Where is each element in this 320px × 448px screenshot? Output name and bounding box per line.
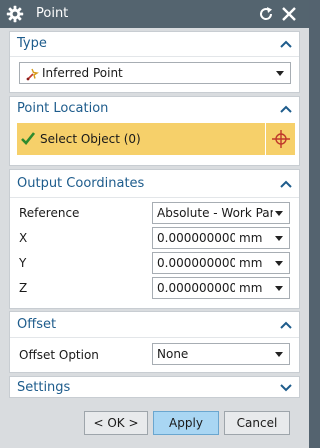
y-label: Y — [19, 256, 27, 270]
type-section-title: Type — [17, 36, 47, 51]
y-value[interactable]: 0.0000000000( — [157, 256, 235, 270]
y-coordinate-field[interactable]: 0.0000000000( mm — [152, 252, 290, 274]
output-coordinates-title: Output Coordinates — [17, 176, 145, 191]
point-location-section: Point Location Select Object (0) — [9, 96, 300, 166]
chevron-up-icon[interactable] — [280, 179, 292, 189]
settings-title: Settings — [17, 380, 71, 395]
reference-dropdown[interactable]: Absolute - Work Part — [152, 202, 290, 224]
point-type-dropdown[interactable]: Inferred Point — [19, 62, 291, 84]
z-unit: mm — [239, 281, 263, 295]
offset-section: Offset Offset Option None — [9, 311, 300, 373]
offset-title: Offset — [17, 317, 57, 332]
dropdown-arrow-icon[interactable] — [275, 286, 283, 291]
check-icon — [21, 132, 35, 145]
cancel-button[interactable]: Cancel — [224, 411, 290, 435]
apply-button[interactable]: Apply — [153, 411, 219, 435]
dropdown-arrow-icon[interactable] — [275, 236, 283, 241]
y-unit: mm — [239, 256, 263, 270]
divider — [10, 56, 299, 57]
point-dialog: Point Type Inferred Point Point Location — [0, 0, 309, 448]
offset-option-label: Offset Option — [19, 348, 99, 362]
offset-option-dropdown[interactable]: None — [152, 343, 290, 365]
chevron-up-icon[interactable] — [280, 39, 292, 49]
reset-icon[interactable] — [258, 6, 274, 22]
dropdown-arrow-icon — [275, 211, 283, 216]
x-value[interactable]: 0.0000000000( — [157, 231, 235, 245]
reference-label: Reference — [19, 206, 80, 220]
z-coordinate-field[interactable]: 0.0000000000( mm — [152, 277, 290, 299]
dialog-title: Point — [36, 6, 69, 21]
chevron-down-icon[interactable] — [280, 383, 292, 393]
point-dialog-crosshair-icon[interactable] — [271, 129, 291, 149]
reference-value: Absolute - Work Part — [157, 206, 273, 220]
z-label: Z — [19, 281, 28, 295]
ok-button[interactable]: < OK > — [84, 411, 148, 435]
close-icon[interactable] — [281, 6, 297, 22]
point-type-value: Inferred Point — [42, 66, 123, 80]
x-coordinate-field[interactable]: 0.0000000000( mm — [152, 227, 290, 249]
divider — [10, 197, 299, 198]
x-label: X — [19, 231, 28, 245]
gear-icon[interactable] — [6, 5, 24, 23]
output-coordinates-section: Output Coordinates Reference Absolute - … — [9, 169, 300, 309]
title-bar[interactable]: Point — [0, 0, 309, 28]
z-value[interactable]: 0.0000000000( — [157, 281, 235, 295]
select-object-label: Select Object (0) — [40, 132, 141, 146]
dropdown-arrow-icon[interactable] — [275, 261, 283, 266]
x-unit: mm — [239, 231, 263, 245]
settings-section[interactable]: Settings — [9, 376, 300, 398]
chevron-up-icon[interactable] — [280, 320, 292, 330]
select-object-row[interactable]: Select Object (0) — [17, 123, 295, 155]
inferred-point-icon — [26, 68, 39, 81]
divider — [265, 123, 266, 155]
dropdown-arrow-icon — [276, 71, 284, 76]
divider — [10, 337, 299, 338]
offset-option-value: None — [157, 347, 189, 361]
chevron-up-icon[interactable] — [280, 104, 292, 114]
type-section: Type Inferred Point — [9, 31, 300, 93]
dropdown-arrow-icon — [275, 352, 283, 357]
point-location-title: Point Location — [17, 101, 109, 116]
